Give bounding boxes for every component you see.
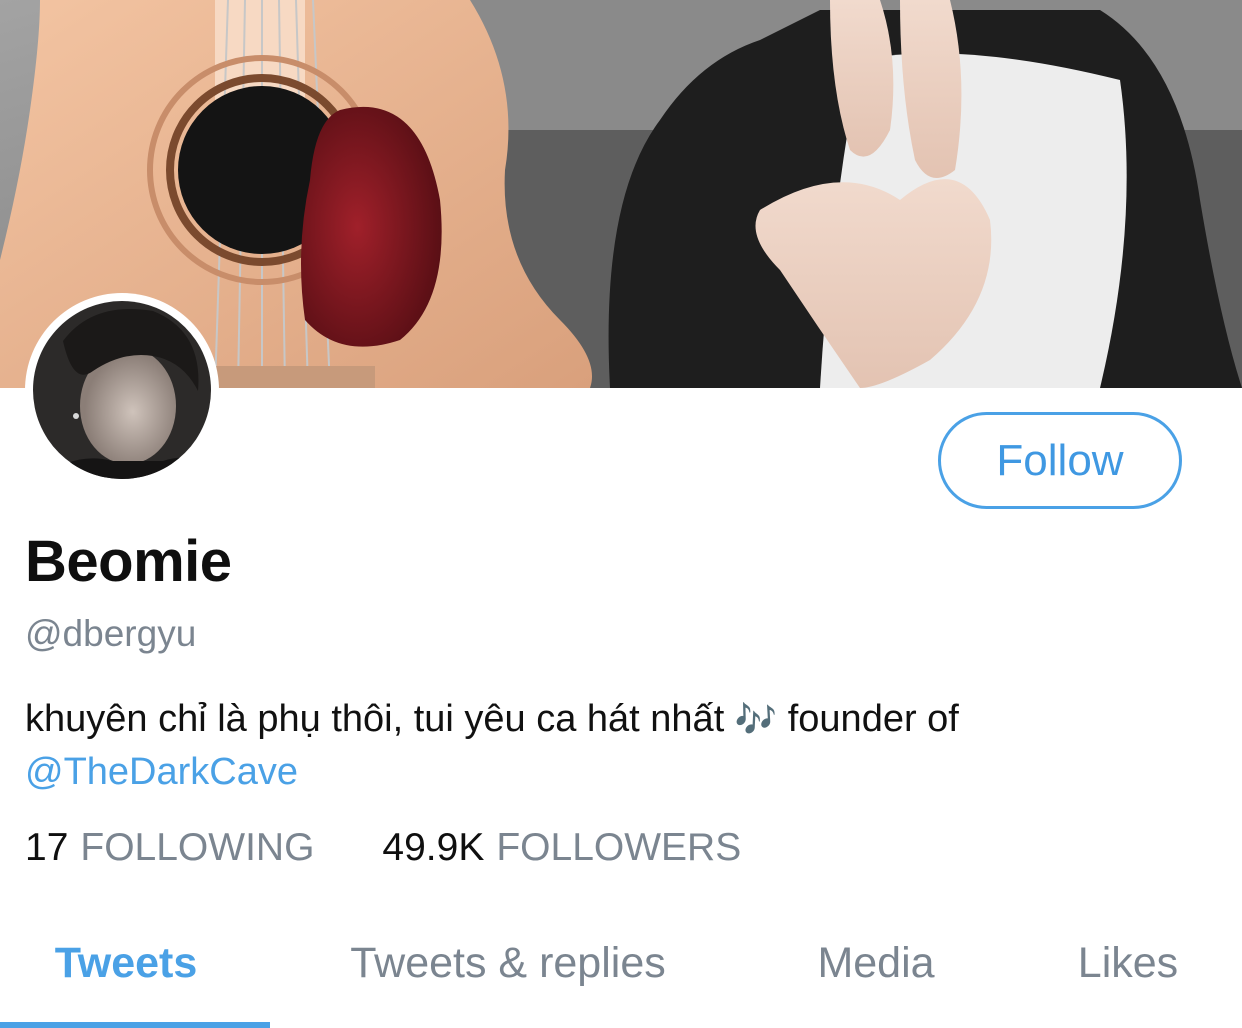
bio-tail: founder of [787,698,959,740]
display-name: Beomie [25,529,232,594]
active-tab-indicator [0,1022,270,1028]
tab-tweets[interactable]: Tweets [0,905,252,1028]
following-label: FOLLOWING [80,826,315,869]
profile-stats: 17 FOLLOWING 49.9K FOLLOWERS [25,826,741,870]
following-stat[interactable]: 17 FOLLOWING [25,826,314,870]
avatar[interactable] [25,293,219,487]
tab-likes[interactable]: Likes [1040,905,1216,1028]
user-handle: @dbergyu [25,613,197,654]
avatar-image [33,301,211,479]
follow-button[interactable]: Follow [938,412,1182,509]
followers-stat[interactable]: 49.9K FOLLOWERS [382,826,741,870]
bio-mention-link[interactable]: @TheDarkCave [25,751,298,793]
profile-tabs: Tweets Tweets & replies Media Likes [0,905,1242,1028]
followers-count: 49.9K [382,826,485,869]
profile-page: Follow Beomie @dbergyu khuyên chỉ là phụ… [0,0,1242,1028]
tab-tweets-replies[interactable]: Tweets & replies [300,905,716,1028]
tab-media[interactable]: Media [776,905,976,1028]
following-count: 17 [25,826,69,869]
bio: khuyên chỉ là phụ thôi, tui yêu ca hát n… [25,693,1205,798]
music-notes-icon: 🎶 [734,700,778,740]
bio-text: khuyên chỉ là phụ thôi, tui yêu ca hát n… [25,698,725,740]
followers-label: FOLLOWERS [496,826,742,869]
